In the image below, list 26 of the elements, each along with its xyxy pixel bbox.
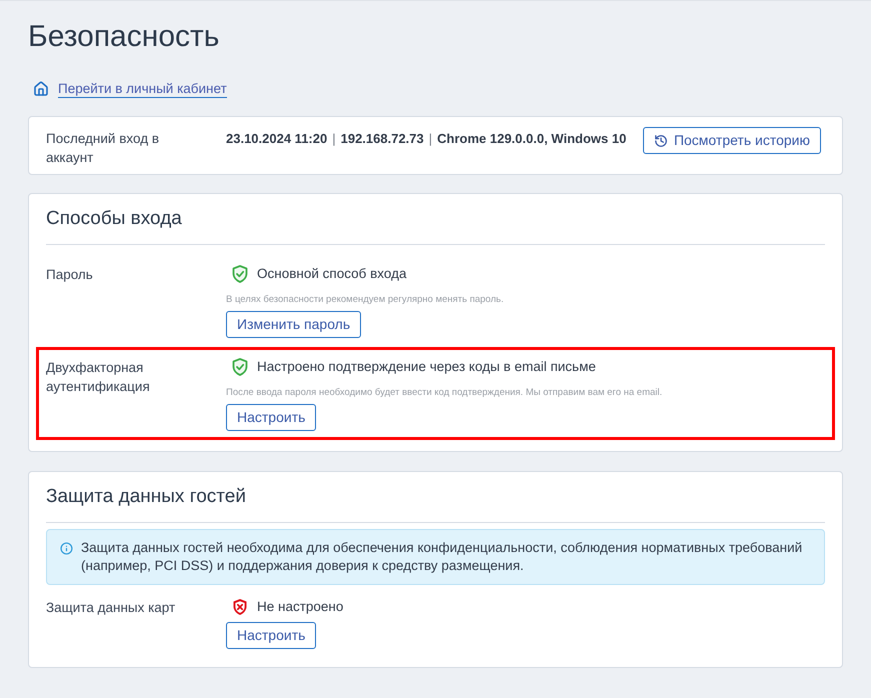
- login-detail: 192.168.72.73: [340, 130, 424, 148]
- notice-text: Защита данных гостей необходима для обеспечения конфиденциальности, соблюдения нормативных требований (например, PCI DSS) и поддержания доверия к средству размещения.: [81, 539, 804, 575]
- home-icon: [33, 81, 49, 97]
- row-label: Двухфакторная аутентификация: [46, 359, 151, 396]
- info-icon: [60, 542, 73, 555]
- history-icon: [654, 134, 668, 148]
- row-label: Защита данных карт: [46, 599, 176, 617]
- status-text: Не настроено: [257, 598, 344, 616]
- section-title: Защита данных гостей: [46, 485, 247, 509]
- page-title: Безопасность: [28, 19, 220, 55]
- section-title: Способы входа: [46, 207, 183, 231]
- separator-text: |: [428, 130, 432, 148]
- login-detail: 23.10.2024 11:20: [226, 130, 328, 148]
- login-detail: Chrome 129.0.0.0, Windows 10: [437, 130, 626, 148]
- separator-text: |: [332, 130, 336, 148]
- status-text: Основной способ входа: [257, 264, 406, 283]
- outline-button[interactable]: Посмотреть историю: [642, 127, 821, 154]
- status-text: Настроено подтверждение через коды в email письме: [257, 358, 596, 376]
- hint-text: После ввода пароля необходимо будет ввести код подтверждения. Мы отправим вам его на email.: [226, 386, 662, 399]
- hint-text: В целях безопасности рекомендуем регулярно менять пароль.: [226, 293, 504, 306]
- outline-button[interactable]: Настроить: [226, 404, 316, 431]
- home-link[interactable]: Перейти в личный кабинет: [58, 80, 227, 98]
- outline-button[interactable]: Изменить пароль: [226, 311, 362, 338]
- row-label: Пароль: [46, 266, 94, 284]
- row-label: Последний вход в аккаунт: [46, 130, 160, 167]
- outline-button[interactable]: Настроить: [226, 622, 316, 649]
